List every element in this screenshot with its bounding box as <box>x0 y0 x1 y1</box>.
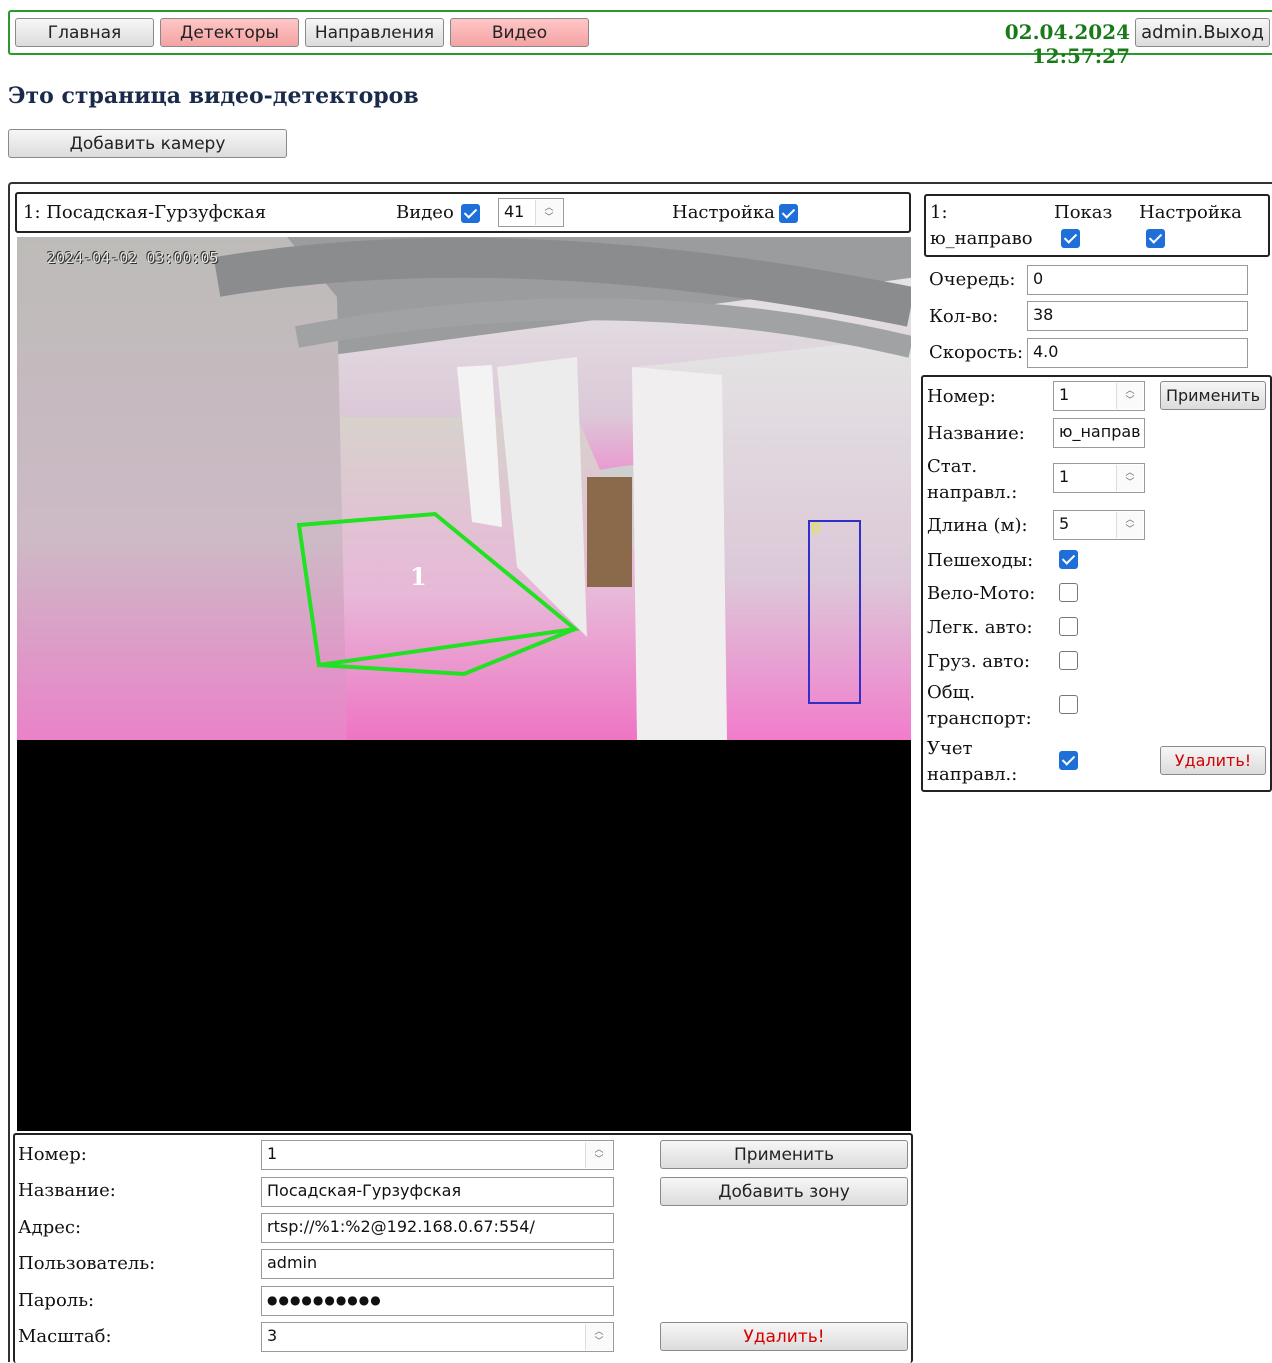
nav-directions-button[interactable]: Направления <box>305 18 444 47</box>
nav-detectors-button[interactable]: Детекторы <box>160 18 299 47</box>
bike-checkbox[interactable] <box>1059 583 1078 602</box>
page-title: Это страница видео-детекторов <box>8 83 419 109</box>
nav-video-button[interactable]: Видео <box>450 18 589 47</box>
direction-name: ю_направо <box>930 228 1033 249</box>
direction-number-spinner[interactable]: ︿ ﹀ <box>1116 383 1143 409</box>
bike-label: Вело-Мото: <box>927 583 1036 604</box>
direction-show-label: Показ <box>1054 202 1113 223</box>
queue-input[interactable]: 0 <box>1027 265 1248 295</box>
direction-number-input[interactable]: 1 ︿ ﹀ <box>1053 381 1145 411</box>
count-label: Кол-во: <box>929 306 999 327</box>
stat-direction-label-2: направл.: <box>927 482 1018 503</box>
direction-delete-button[interactable]: Удалить! <box>1160 746 1266 775</box>
camera-name-label: Название: <box>18 1180 116 1201</box>
camera-scale-input[interactable]: 3 ︿ ﹀ <box>261 1322 614 1352</box>
direction-settings-label: Настройка <box>1139 202 1242 223</box>
video-timestamp: 2024-04-02 03:00:05 <box>47 249 219 267</box>
speed-input[interactable]: 4.0 <box>1027 338 1248 368</box>
public-transport-label-1: Общ. <box>927 682 976 703</box>
direction-title-label: Название: <box>927 423 1025 444</box>
camera-name: 1: Посадская-Гурзуфская <box>23 202 267 223</box>
video-label: Видео <box>396 202 454 223</box>
direction-apply-button[interactable]: Применить <box>1160 381 1266 410</box>
public-transport-label-2: транспорт: <box>927 708 1032 729</box>
fps-spinner[interactable]: ︿ ﹀ <box>535 200 562 225</box>
direction-title-input[interactable]: ю_направ <box>1053 418 1145 448</box>
pedestrians-checkbox[interactable] <box>1059 550 1078 569</box>
camera-number-input[interactable]: 1 ︿ ﹀ <box>261 1140 614 1170</box>
direction-number-label: Номер: <box>927 386 996 407</box>
pedestrians-label: Пешеходы: <box>927 550 1034 571</box>
camera-password-input[interactable]: ●●●●●●●●●● <box>261 1286 614 1316</box>
camera-number-spinner[interactable]: ︿ ﹀ <box>585 1142 612 1168</box>
logout-button[interactable]: admin.Выход <box>1135 18 1270 47</box>
video-checkbox[interactable] <box>461 204 480 223</box>
length-input[interactable]: 5 ︿ ﹀ <box>1053 510 1145 540</box>
camera-number-label: Номер: <box>18 1144 87 1165</box>
camera-name-input[interactable]: Посадская-Гурзуфская <box>261 1177 614 1207</box>
camera-apply-button[interactable]: Применить <box>660 1140 908 1169</box>
direction-account-label-1: Учет <box>927 738 973 759</box>
fps-input[interactable]: 41 ︿ ﹀ <box>498 198 564 227</box>
zone-number-label: 1 <box>410 562 427 591</box>
nav-home-button[interactable]: Главная <box>15 18 154 47</box>
length-label: Длина (м): <box>927 515 1028 536</box>
car-label: Легк. авто: <box>927 617 1033 638</box>
direction-settings-checkbox[interactable] <box>1146 229 1165 248</box>
direction-account-label-2: направл.: <box>927 764 1018 785</box>
direction-show-checkbox[interactable] <box>1061 229 1080 248</box>
camera-delete-button[interactable]: Удалить! <box>660 1322 908 1351</box>
camera-scale-spinner[interactable]: ︿ ﹀ <box>585 1324 612 1350</box>
truck-checkbox[interactable] <box>1059 651 1078 670</box>
datetime-display: 02.04.2024 12:57:27 <box>1004 20 1130 68</box>
camera-settings-label: Настройка <box>672 202 775 223</box>
detection-id-label: 0 <box>811 519 821 537</box>
add-camera-button[interactable]: Добавить камеру <box>8 129 287 158</box>
camera-address-input[interactable]: rtsp://%1:%2@192.168.0.67:554/ <box>261 1213 614 1243</box>
truck-label: Груз. авто: <box>927 651 1031 672</box>
video-view[interactable]: 2024-04-02 03:00:05 1 0 <box>17 237 911 1131</box>
camera-scale-label: Масштаб: <box>18 1326 112 1347</box>
queue-label: Очередь: <box>929 269 1016 290</box>
direction-account-checkbox[interactable] <box>1059 751 1078 770</box>
stat-direction-input[interactable]: 1 ︿ ﹀ <box>1053 463 1145 493</box>
add-zone-button[interactable]: Добавить зону <box>660 1177 908 1206</box>
stat-direction-label-1: Стат. <box>927 456 978 477</box>
camera-address-label: Адрес: <box>18 1217 82 1238</box>
camera-settings-checkbox[interactable] <box>779 204 798 223</box>
car-checkbox[interactable] <box>1059 617 1078 636</box>
length-spinner[interactable]: ︿ ﹀ <box>1116 512 1143 538</box>
speed-label: Скорость: <box>929 342 1024 363</box>
camera-user-label: Пользователь: <box>18 1253 156 1274</box>
count-input[interactable]: 38 <box>1027 301 1248 331</box>
camera-user-input[interactable]: admin <box>261 1249 614 1279</box>
stat-direction-spinner[interactable]: ︿ ﹀ <box>1116 465 1143 491</box>
camera-frame <box>17 237 911 740</box>
camera-password-label: Пароль: <box>18 1290 95 1311</box>
direction-id: 1: <box>930 202 948 223</box>
public-transport-checkbox[interactable] <box>1059 695 1078 714</box>
